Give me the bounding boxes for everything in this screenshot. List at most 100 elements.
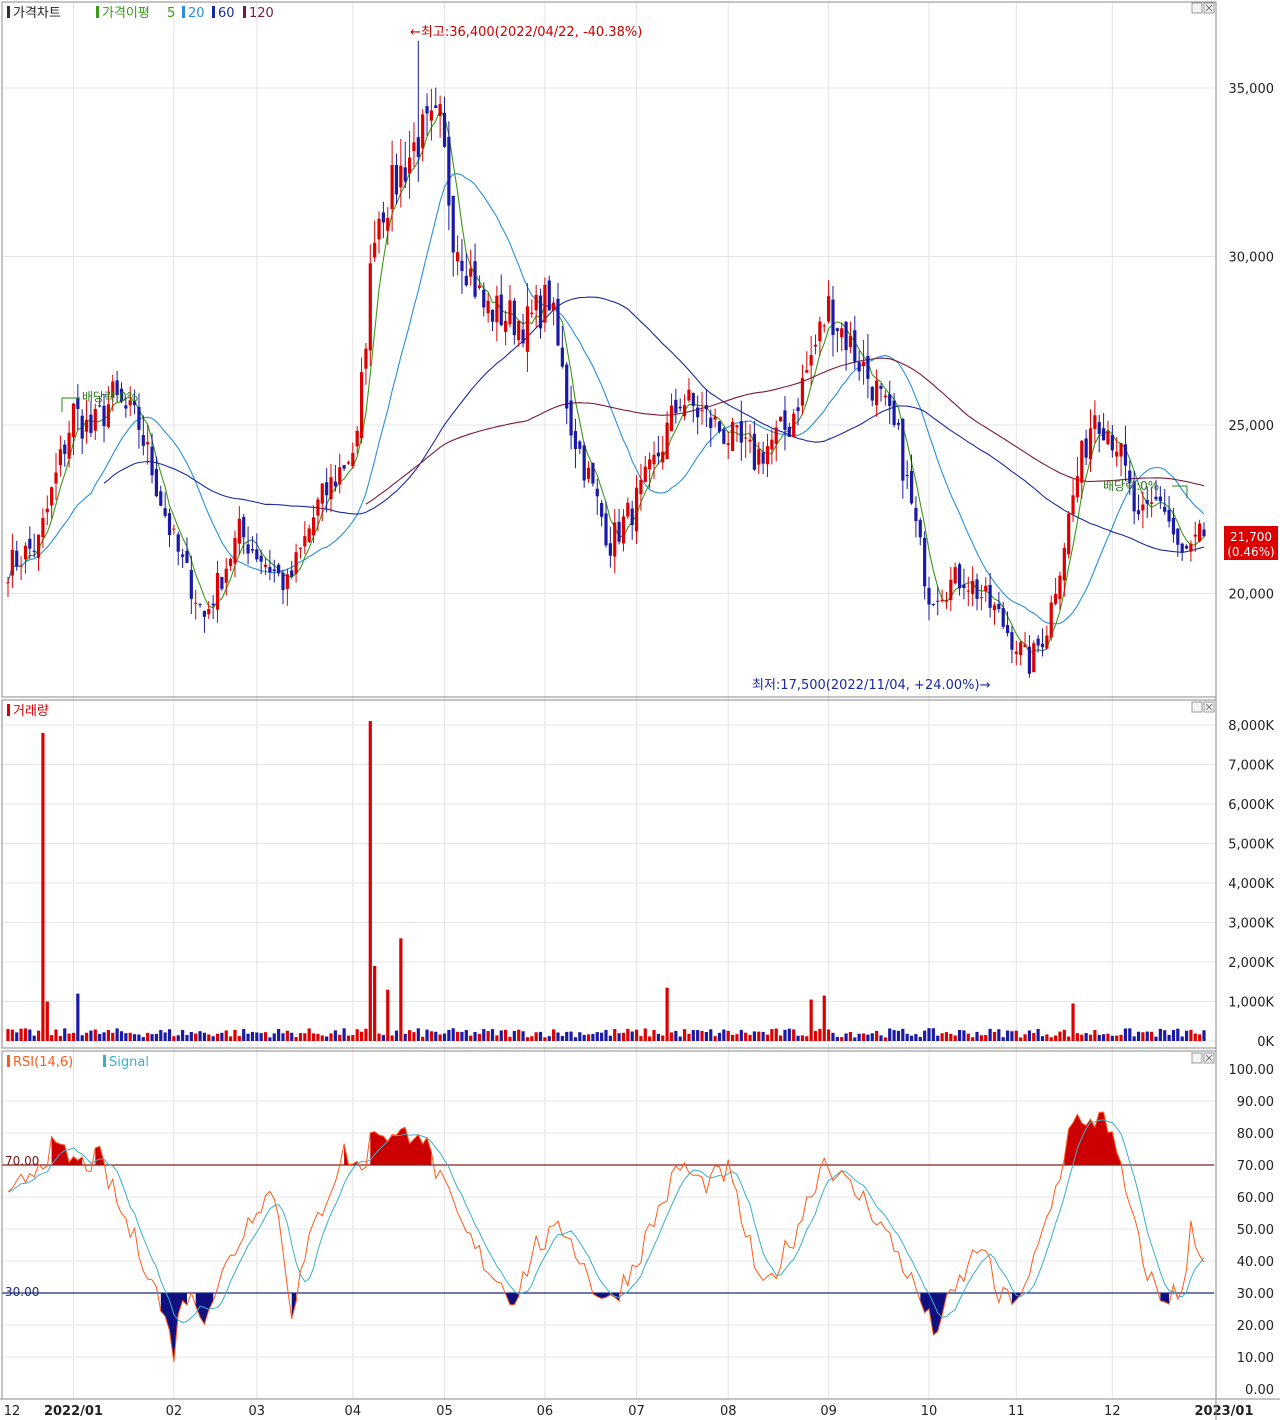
volume-bar xyxy=(285,1030,289,1041)
candle-body xyxy=(263,564,268,567)
volume-bar xyxy=(1123,1028,1128,1041)
legend-marker-rsi xyxy=(7,1055,10,1067)
volume-bar xyxy=(1005,1030,1010,1041)
candle-body xyxy=(255,549,259,560)
volume-bar xyxy=(883,1037,887,1041)
candle-body xyxy=(32,550,36,552)
volume-bar xyxy=(220,1032,224,1041)
volume-bar xyxy=(277,1028,281,1041)
volume-panel-restore-button[interactable] xyxy=(1191,701,1203,713)
volume-bar xyxy=(102,1032,106,1041)
candle-body xyxy=(76,398,80,409)
x-tick-label: 07 xyxy=(628,1404,645,1419)
candle-body xyxy=(377,218,381,240)
volume-bar xyxy=(250,1031,255,1041)
candle-body xyxy=(464,275,468,286)
candle-body xyxy=(381,212,385,223)
volume-bar xyxy=(98,1033,102,1041)
candle-body xyxy=(229,558,233,566)
volume-bar xyxy=(1115,1035,1119,1041)
rsi-tick-label: 50.00 xyxy=(1237,1223,1274,1238)
volume-bar xyxy=(835,1036,839,1041)
candle-body xyxy=(573,431,578,449)
candle-body xyxy=(888,394,892,407)
rsi-panel-restore-button[interactable] xyxy=(1191,1052,1203,1064)
candle-body xyxy=(936,600,940,602)
candle-body xyxy=(320,483,324,504)
volume-tick-label: 0K xyxy=(1257,1035,1274,1050)
candle-body xyxy=(285,574,289,589)
candle-body xyxy=(923,537,927,587)
volume-bar xyxy=(1071,1003,1075,1041)
volume-bar xyxy=(617,1033,621,1041)
volume-bar xyxy=(1171,1030,1176,1041)
dividend-label-right: 배당락:0% xyxy=(1103,479,1159,493)
volume-bar xyxy=(19,1028,23,1041)
volume-tick-label: 8,000K xyxy=(1228,719,1274,734)
candle-body xyxy=(512,300,516,336)
volume-bar xyxy=(909,1035,914,1041)
volume-bar xyxy=(325,1036,329,1041)
volume-bar xyxy=(508,1036,512,1041)
volume-bar xyxy=(211,1036,215,1041)
volume-bar xyxy=(163,1032,167,1041)
candle-body xyxy=(425,106,429,114)
volume-bar xyxy=(1097,1034,1101,1041)
volume-bar xyxy=(979,1035,983,1041)
volume-bar xyxy=(237,1036,241,1041)
rsi-tick-label: 30.00 xyxy=(1237,1287,1274,1302)
volume-bar xyxy=(154,1033,159,1041)
candle-body xyxy=(194,602,198,604)
volume-bar xyxy=(997,1029,1001,1041)
candle-body xyxy=(800,378,805,406)
candle-body xyxy=(508,300,512,325)
candle-body xyxy=(447,136,451,206)
candle-body xyxy=(294,552,298,574)
candle-body xyxy=(578,441,582,449)
candle-body xyxy=(237,518,241,544)
candle-body xyxy=(54,472,58,484)
candle-body xyxy=(1084,438,1088,458)
volume-bar xyxy=(687,1033,691,1041)
candle-body xyxy=(1154,496,1158,500)
volume-bar xyxy=(1193,1033,1197,1041)
candle-body xyxy=(517,320,521,341)
candle-body xyxy=(329,477,333,500)
candle-body xyxy=(678,406,682,409)
candle-body xyxy=(827,296,831,322)
x-tick-label: 05 xyxy=(436,1404,453,1419)
candle-body xyxy=(1071,495,1075,515)
candle-body xyxy=(665,422,669,459)
rsi-tick-label: 0.00 xyxy=(1245,1383,1274,1398)
volume-bar xyxy=(1141,1032,1145,1041)
volume-bar xyxy=(1032,1032,1036,1041)
volume-tick-label: 1,000K xyxy=(1228,996,1274,1011)
volume-bar xyxy=(128,1032,132,1041)
candle-body xyxy=(957,564,962,589)
volume-bar xyxy=(652,1030,656,1041)
volume-bar xyxy=(394,1030,399,1041)
volume-bar xyxy=(368,721,372,1041)
candle-body xyxy=(940,599,944,602)
volume-bar xyxy=(495,1035,499,1041)
volume-bar xyxy=(1184,1030,1189,1041)
volume-bar xyxy=(119,1031,124,1041)
candle-body xyxy=(809,355,813,366)
candle-body xyxy=(748,439,752,442)
volume-bar xyxy=(150,1034,154,1041)
volume-bar xyxy=(634,1029,639,1041)
candle-body xyxy=(159,491,163,506)
volume-bar xyxy=(696,1030,700,1041)
candle-body xyxy=(643,466,647,483)
volume-bar xyxy=(477,1033,482,1041)
volume-bar xyxy=(896,1030,901,1041)
price-panel-restore-button[interactable] xyxy=(1191,2,1203,14)
candle-body xyxy=(93,408,97,431)
candle-body xyxy=(124,405,128,409)
candle-body xyxy=(220,576,224,589)
x-tick-label: 2023/01 xyxy=(1194,1404,1253,1419)
candle-body xyxy=(835,328,839,331)
volume-bar xyxy=(774,1028,778,1041)
candle-body xyxy=(538,295,543,329)
candle-body xyxy=(586,467,591,479)
